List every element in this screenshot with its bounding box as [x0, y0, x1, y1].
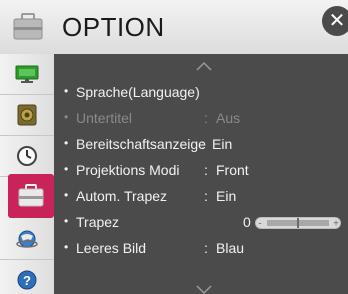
menu-item-blank-image[interactable]: • Leeres Bild : Blau — [54, 236, 348, 260]
menu-item-subtitle: • Untertitel : Aus — [64, 110, 241, 126]
menu-item-label: Projektions Modi — [76, 162, 180, 178]
menu-item-keystone[interactable]: • Trapez 0 - + — [54, 210, 348, 234]
close-icon: ✕ — [328, 10, 346, 32]
sidebar-item-network[interactable] — [0, 219, 54, 260]
menu-item-label: Leeres Bild — [76, 240, 147, 256]
keystone-slider[interactable]: - + — [255, 216, 341, 230]
sidebar-item-picture[interactable] — [0, 54, 54, 95]
menu-item-value: Aus — [216, 110, 241, 126]
option-menu: • Sprache(Language) • Untertitel : Aus •… — [54, 54, 348, 294]
menu-item-value: Blau — [216, 240, 245, 256]
menu-item-value: Ein — [212, 136, 233, 152]
svg-text:+: + — [333, 219, 339, 230]
close-button[interactable]: ✕ — [322, 6, 348, 36]
help-icon: ? — [16, 269, 38, 291]
menu-item-projection-mode[interactable]: • Projektions Modi : Front — [54, 158, 348, 182]
svg-text:-: - — [258, 219, 261, 230]
option-panel: OPTION ✕ ? • Sprache(Language) • Unterti… — [0, 0, 348, 294]
menu-item-standby-indicator[interactable]: • Bereitschaftsanzeige : Ein — [54, 132, 348, 156]
menu-item-label: Untertitel — [76, 110, 133, 126]
menu-item-language[interactable]: • Sprache(Language) — [54, 80, 348, 104]
toolbox-icon — [12, 12, 44, 42]
svg-text:?: ? — [23, 273, 31, 288]
keystone-value: 0 — [243, 214, 251, 230]
menu-item-label: Autom. Trapez — [76, 188, 168, 204]
sidebar-item-support[interactable]: ? — [0, 260, 54, 294]
clock-icon — [16, 145, 38, 167]
chevron-up-icon[interactable] — [196, 58, 212, 71]
toolbox-icon — [17, 184, 45, 208]
menu-item-value: Front — [216, 162, 249, 178]
chevron-down-icon[interactable] — [196, 282, 212, 294]
menu-item-value: Ein — [216, 188, 237, 204]
menu-item-auto-keystone[interactable]: • Autom. Trapez : Ein — [54, 184, 348, 208]
sidebar: ? — [0, 54, 54, 294]
menu-item-label: Sprache(Language) — [76, 84, 200, 100]
header-bar: OPTION — [0, 0, 348, 54]
globe-icon — [15, 228, 39, 250]
speaker-icon — [16, 104, 38, 126]
menu-item-label: Bereitschaftsanzeige — [76, 136, 206, 152]
sidebar-item-time[interactable] — [0, 136, 54, 177]
sidebar-item-sound[interactable] — [0, 95, 54, 136]
monitor-icon — [15, 64, 39, 84]
page-title: OPTION — [62, 12, 165, 42]
sidebar-item-option[interactable] — [8, 174, 54, 218]
menu-item-label: Trapez — [76, 214, 120, 230]
